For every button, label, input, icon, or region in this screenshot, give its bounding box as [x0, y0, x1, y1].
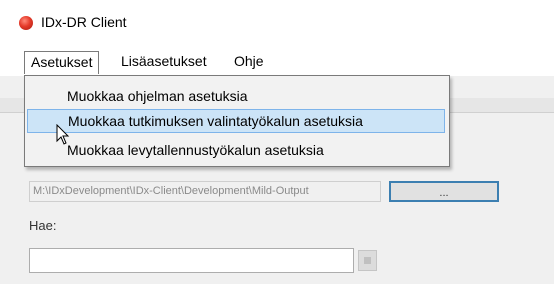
title-bar: IDx-DR Client — [0, 0, 554, 46]
browse-button[interactable]: ... — [389, 181, 499, 202]
menu-bar: Asetukset Lisäasetukset Ohje — [0, 46, 554, 76]
settings-dropdown-menu: Muokkaa ohjelman asetuksia Muokkaa tutki… — [24, 75, 450, 167]
search-label: Hae: — [29, 218, 57, 233]
output-path-field[interactable]: M:\IDxDevelopment\IDx-Client\Development… — [29, 181, 381, 202]
menu-item-program-settings[interactable]: Muokkaa ohjelman asetuksia — [27, 84, 445, 108]
menu-item-disk-storage-settings[interactable]: Muokkaa levytallennustyökalun asetuksia — [27, 138, 445, 162]
app-logo-icon — [19, 16, 33, 30]
search-button[interactable] — [358, 250, 377, 271]
mouse-cursor-icon — [56, 123, 70, 151]
menu-asetukset[interactable]: Asetukset — [24, 51, 100, 74]
window-title: IDx-DR Client — [41, 14, 127, 30]
search-input[interactable] — [29, 248, 354, 273]
menu-item-study-selector-settings[interactable]: Muokkaa tutkimuksen valintatyökalun aset… — [27, 109, 445, 133]
menu-lisaasetukset[interactable]: Lisäasetukset — [115, 51, 213, 73]
app-window: IDx-DR Client Asetukset Lisäasetukset Oh… — [0, 0, 554, 284]
menu-ohje[interactable]: Ohje — [228, 51, 270, 73]
